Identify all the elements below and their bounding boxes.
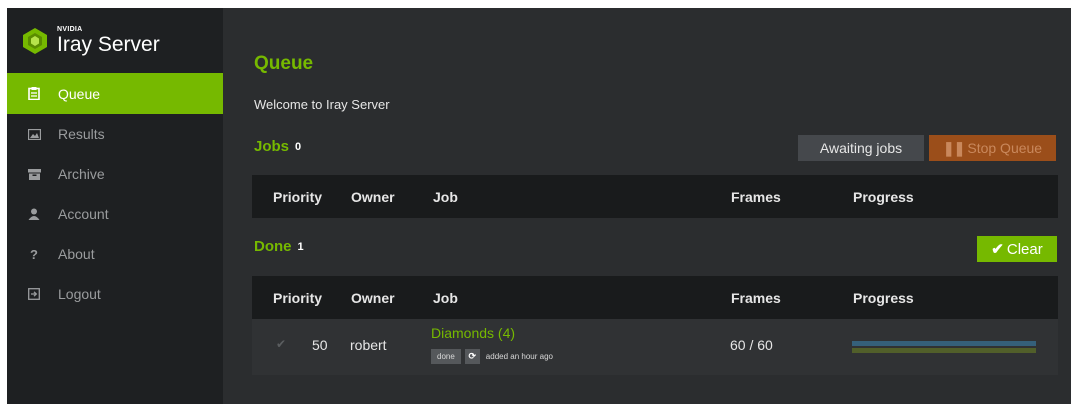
render-progress-bar bbox=[852, 341, 1036, 346]
main-content: Queue Welcome to Iray Server Jobs 0 Awai… bbox=[223, 8, 1071, 404]
jobs-heading: Jobs 0 bbox=[254, 138, 301, 155]
column-header-job[interactable]: Job bbox=[433, 189, 458, 205]
frames-progress-bar bbox=[852, 348, 1036, 353]
jobs-count: 0 bbox=[295, 140, 302, 153]
column-header-frames[interactable]: Frames bbox=[731, 189, 781, 205]
column-header-priority[interactable]: Priority bbox=[273, 290, 322, 306]
sidebar-item-results[interactable]: Results bbox=[7, 114, 223, 154]
progress-bars bbox=[852, 341, 1036, 355]
nvidia-eye-icon bbox=[23, 27, 47, 54]
sidebar: NVIDIA Iray Server Queue Results Archive… bbox=[7, 8, 223, 404]
column-header-owner[interactable]: Owner bbox=[351, 290, 395, 306]
jobs-table-header: Priority Owner Job Frames Progress bbox=[252, 175, 1058, 218]
question-icon: ? bbox=[30, 246, 38, 262]
job-link[interactable]: Diamonds (4) bbox=[431, 325, 515, 341]
done-count: 1 bbox=[297, 240, 304, 253]
done-table-header: Priority Owner Job Frames Progress bbox=[252, 276, 1058, 319]
logo[interactable]: NVIDIA Iray Server bbox=[7, 8, 223, 73]
column-header-job[interactable]: Job bbox=[433, 290, 458, 306]
column-header-owner[interactable]: Owner bbox=[351, 189, 395, 205]
status-badge: done bbox=[431, 349, 461, 364]
sidebar-item-archive[interactable]: Archive bbox=[7, 154, 223, 194]
added-time: added an hour ago bbox=[485, 352, 553, 361]
table-row[interactable]: ✔ 50 robert Diamonds (4) done ⟳ added an… bbox=[252, 319, 1058, 375]
clipboard-icon bbox=[27, 87, 41, 101]
user-icon bbox=[27, 207, 41, 221]
column-header-progress[interactable]: Progress bbox=[853, 290, 914, 306]
sidebar-item-account[interactable]: Account bbox=[7, 194, 223, 234]
owner-value: robert bbox=[350, 337, 387, 353]
clear-label: Clear bbox=[1006, 240, 1043, 258]
sidebar-item-queue[interactable]: Queue bbox=[7, 73, 223, 114]
page-title: Queue bbox=[254, 53, 314, 74]
sidebar-item-label: About bbox=[58, 246, 95, 262]
stop-queue-button[interactable]: ❚❚ Stop Queue bbox=[929, 135, 1056, 161]
priority-value: 50 bbox=[312, 337, 328, 353]
brand-product: Iray Server bbox=[57, 33, 160, 56]
clear-button[interactable]: ✔ Clear bbox=[977, 236, 1057, 262]
done-label: Done bbox=[254, 238, 292, 255]
sidebar-item-logout[interactable]: Logout bbox=[7, 274, 223, 314]
done-heading: Done 1 bbox=[254, 238, 304, 255]
column-header-priority[interactable]: Priority bbox=[273, 189, 322, 205]
sidebar-item-label: Logout bbox=[58, 286, 101, 302]
logout-icon bbox=[27, 287, 41, 301]
sidebar-item-label: Account bbox=[58, 206, 109, 222]
column-header-progress[interactable]: Progress bbox=[853, 189, 914, 205]
sidebar-item-about[interactable]: ? About bbox=[7, 234, 223, 274]
sidebar-nav: Queue Results Archive Account ? About Lo… bbox=[7, 73, 223, 314]
brand-vendor: NVIDIA bbox=[57, 26, 83, 33]
app-window: NVIDIA Iray Server Queue Results Archive… bbox=[7, 8, 1071, 404]
reload-icon[interactable]: ⟳ bbox=[464, 349, 480, 364]
sidebar-item-label: Results bbox=[58, 126, 105, 142]
archive-icon bbox=[27, 167, 41, 181]
jobs-label: Jobs bbox=[254, 138, 290, 155]
sidebar-item-label: Archive bbox=[58, 166, 105, 182]
check-icon: ✔ bbox=[276, 337, 287, 351]
jobs-table: Priority Owner Job Frames Progress bbox=[252, 175, 1058, 218]
image-icon bbox=[27, 127, 41, 141]
welcome-message: Welcome to Iray Server bbox=[254, 97, 390, 112]
awaiting-jobs-button[interactable]: Awaiting jobs bbox=[798, 135, 924, 161]
pause-icon: ❚❚ bbox=[942, 139, 965, 156]
sidebar-item-label: Queue bbox=[58, 85, 101, 102]
job-meta: done ⟳ added an hour ago bbox=[431, 349, 553, 364]
column-header-frames[interactable]: Frames bbox=[731, 290, 781, 306]
stop-queue-label: Stop Queue bbox=[967, 140, 1043, 156]
done-table: Priority Owner Job Frames Progress ✔ 50 … bbox=[252, 276, 1058, 375]
frames-value: 60 / 60 bbox=[730, 337, 773, 353]
check-icon: ✔ bbox=[991, 241, 1004, 258]
